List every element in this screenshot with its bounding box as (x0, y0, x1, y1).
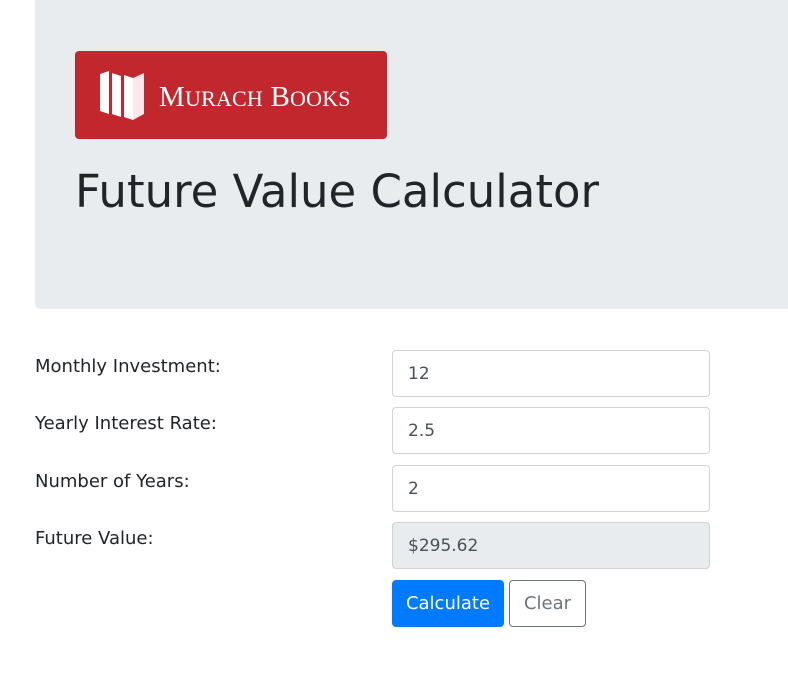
murach-books-logo: Murach Books MURACH BOOKS (75, 51, 387, 139)
monthly-investment-input[interactable] (392, 350, 710, 397)
interest-rate-input[interactable] (392, 407, 710, 454)
monthly-investment-label: Monthly Investment: (35, 356, 221, 377)
future-value-output (392, 522, 710, 569)
interest-rate-label: Yearly Interest Rate: (35, 413, 217, 434)
calculate-button[interactable]: Calculate (392, 580, 504, 627)
future-value-label: Future Value: (35, 528, 154, 549)
years-input[interactable] (392, 465, 710, 512)
page-title: Future Value Calculator (75, 165, 600, 218)
clear-button[interactable]: Clear (509, 580, 586, 627)
logo-brand-text: Murach Books MURACH BOOKS (159, 81, 351, 113)
header-jumbotron (35, 0, 788, 309)
book-pages-icon (100, 71, 144, 120)
years-label: Number of Years: (35, 471, 190, 492)
